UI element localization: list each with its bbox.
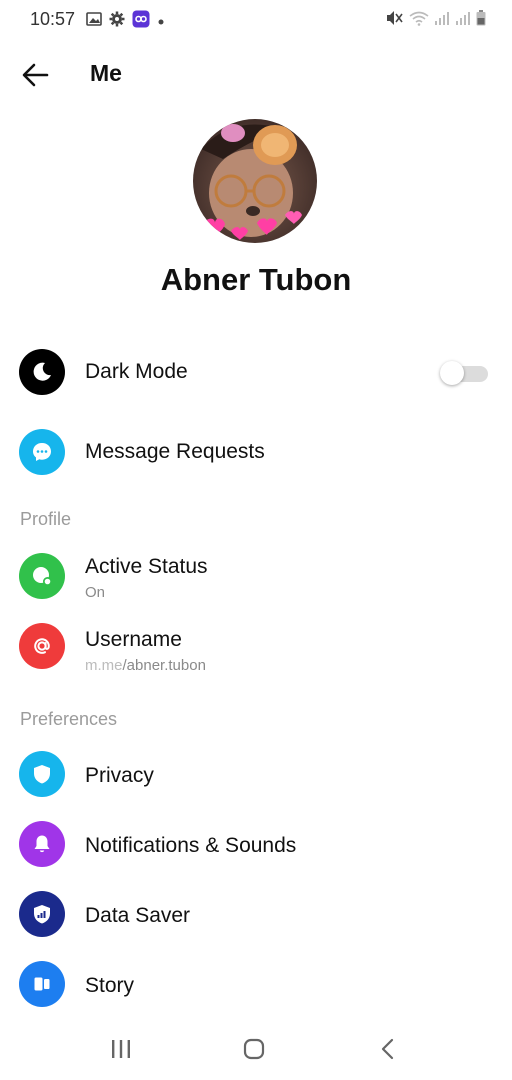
privacy-row[interactable]: Privacy xyxy=(0,744,512,804)
wifi-icon xyxy=(409,10,429,31)
data-saver-label: Data Saver xyxy=(85,904,191,927)
home-button[interactable] xyxy=(234,1036,274,1066)
username-label: Username xyxy=(85,628,182,651)
moon-icon xyxy=(19,349,65,395)
active-status-row[interactable]: Active Status On xyxy=(0,546,512,608)
dark-mode-toggle[interactable] xyxy=(440,361,488,385)
notifications-row[interactable]: Notifications & Sounds xyxy=(0,814,512,874)
notifications-label: Notifications & Sounds xyxy=(85,834,297,857)
mute-icon xyxy=(386,10,404,31)
status-bar: 10:57 xyxy=(0,0,512,40)
at-sign-icon xyxy=(19,623,65,669)
dark-mode-row[interactable]: Dark Mode xyxy=(0,342,512,402)
signal-icon xyxy=(434,11,450,30)
recents-button[interactable] xyxy=(101,1036,141,1066)
chat-bubble-icon xyxy=(19,429,65,475)
data-saver-row[interactable]: Data Saver xyxy=(0,884,512,944)
recents-icon xyxy=(109,1038,133,1065)
privacy-label: Privacy xyxy=(85,764,154,787)
username-value: m.me/abner.tubon xyxy=(85,657,206,674)
status-time: 10:57 xyxy=(30,9,76,29)
back-button[interactable] xyxy=(20,60,52,90)
username-row[interactable]: Username m.me/abner.tubon xyxy=(0,619,512,681)
data-saver-icon xyxy=(19,891,65,937)
username-prefix: m.me xyxy=(85,657,123,674)
header: Me xyxy=(0,48,512,102)
back-chevron-icon xyxy=(378,1037,398,1066)
me-screen: 10:57 Me Abner Tubon Dark Mode Message R… xyxy=(0,0,512,1080)
story-label: Story xyxy=(85,974,135,997)
signal-icon xyxy=(455,11,471,30)
status-icons-right xyxy=(386,10,486,31)
status-icons-left xyxy=(86,10,165,33)
message-requests-row[interactable]: Message Requests xyxy=(0,422,512,482)
arrow-left-icon xyxy=(20,63,52,94)
system-nav-bar xyxy=(0,1020,512,1080)
active-status-label: Active Status xyxy=(85,555,208,578)
settings-gear-icon xyxy=(109,11,125,32)
active-status-value: On xyxy=(85,584,106,601)
story-row[interactable]: Story xyxy=(0,954,512,1014)
toggle-knob xyxy=(440,361,464,385)
dark-mode-label: Dark Mode xyxy=(85,360,188,383)
page-title: Me xyxy=(90,60,122,86)
battery-icon xyxy=(476,10,486,31)
gallery-icon xyxy=(86,11,102,32)
section-header-preferences: Preferences xyxy=(20,709,118,729)
active-status-icon xyxy=(19,553,65,599)
avatar[interactable] xyxy=(193,119,317,243)
bell-icon xyxy=(19,821,65,867)
message-requests-label: Message Requests xyxy=(85,440,265,463)
section-header-profile: Profile xyxy=(20,509,72,529)
home-icon xyxy=(242,1037,266,1066)
system-back-button[interactable] xyxy=(368,1036,408,1066)
shield-icon xyxy=(19,751,65,797)
story-icon xyxy=(19,961,65,1007)
profile-name: Abner Tubon xyxy=(160,262,352,297)
dot-icon xyxy=(157,13,165,31)
username-handle: /abner.tubon xyxy=(122,657,206,674)
app-badge-icon xyxy=(132,10,150,33)
